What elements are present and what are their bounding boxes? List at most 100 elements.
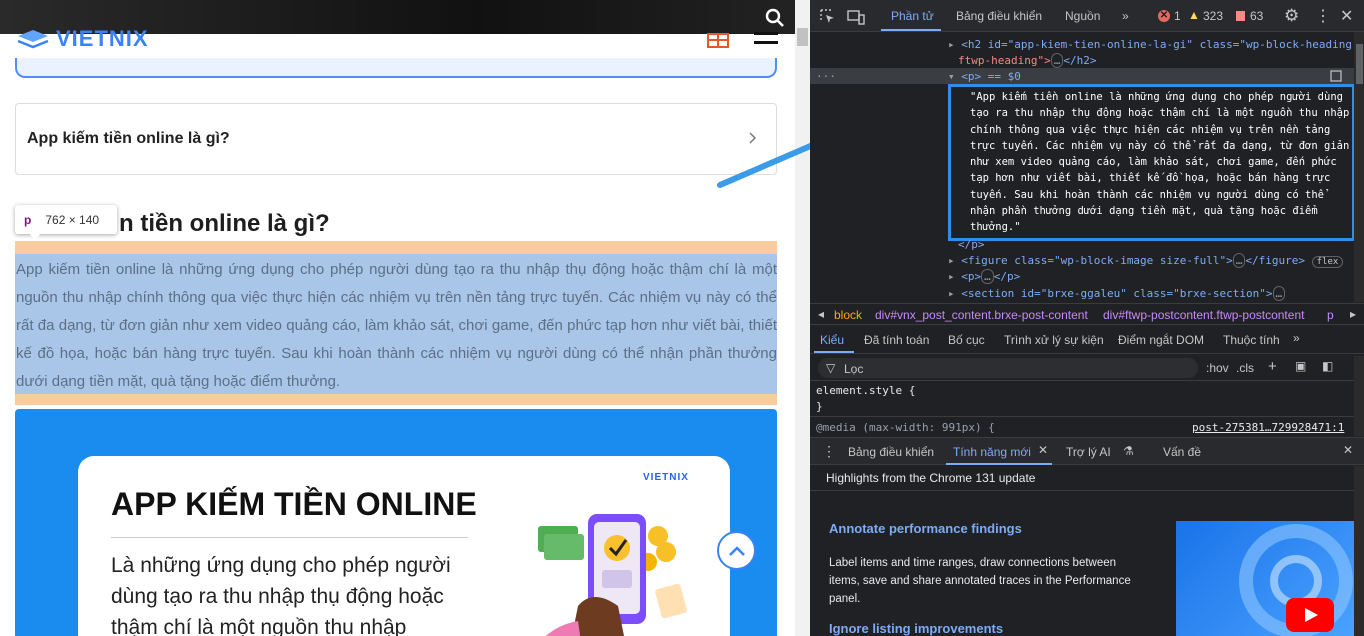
video-thumbnail[interactable] xyxy=(1176,521,1354,636)
tab-elements[interactable]: Phần tử xyxy=(891,9,934,23)
logo-text: VIETNIX xyxy=(56,26,149,51)
p2-open-tag: <p> xyxy=(961,270,982,283)
drawer-tab-ai-assistant[interactable]: Trợ lý AI xyxy=(1066,445,1111,459)
drawer-tabbar: ⋮ Bảng điều khiển Tính năng mới ✕ Trợ lý… xyxy=(810,437,1364,465)
kebab-menu-icon[interactable]: ⋮ xyxy=(1315,6,1331,26)
tab-properties[interactable]: Thuộc tính xyxy=(1223,333,1280,347)
tab-layout[interactable]: Bố cục xyxy=(948,333,985,347)
toc-item-title: App kiếm tiền online là gì? xyxy=(27,130,230,147)
add-rule-icon[interactable]: + xyxy=(1268,358,1277,375)
drawer-menu-icon[interactable]: ⋮ xyxy=(822,443,836,460)
device-toolbar-icon[interactable] xyxy=(847,9,865,25)
styles-scrollbar[interactable] xyxy=(1354,356,1364,436)
tab-computed[interactable]: Đã tính toán xyxy=(864,333,929,347)
tab-event-listeners[interactable]: Trình xử lý sự kiện xyxy=(1004,333,1104,347)
copy-icon[interactable] xyxy=(1330,70,1342,82)
error-count[interactable]: 1 xyxy=(1174,9,1181,23)
p2-close-tag: </p> xyxy=(993,270,1021,283)
filter-input[interactable]: ▽ Lọc xyxy=(818,358,1198,378)
styles-filter-bar: ▽ Lọc :hov .cls + ▣ ◧ xyxy=(810,355,1364,381)
drawer-close-icon[interactable]: ✕ xyxy=(1343,443,1353,457)
source-link[interactable]: post-275381…729928471:1 xyxy=(1192,421,1344,434)
tab-sources[interactable]: Nguồn xyxy=(1065,9,1100,23)
warning-count[interactable]: 323 xyxy=(1203,9,1223,23)
inspect-tooltip-size: 762 × 140 xyxy=(45,212,100,227)
web-page-viewport: VIETNIX App kiếm tiền online là gì? n ti… xyxy=(0,0,810,636)
dom-node-menu-icon[interactable]: ··· xyxy=(816,70,836,83)
sidebar-toggle-icon[interactable]: ◧ xyxy=(1322,359,1333,373)
play-video-icon[interactable] xyxy=(1286,598,1334,632)
flask-icon: ⚗ xyxy=(1123,444,1134,458)
breadcrumb: ◂ block div#vnx_post_content.brxe-post-c… xyxy=(810,303,1364,325)
cart-icon[interactable] xyxy=(706,30,730,48)
drawer-tab-whats-new[interactable]: Tính năng mới xyxy=(953,445,1031,459)
margin-overlay-bottom xyxy=(15,394,777,405)
issues-icon xyxy=(1236,11,1245,21)
hamburger-menu-icon[interactable] xyxy=(754,30,778,48)
devtools-panel: Phần tử Bảng điều khiển Nguồn » ✕ 1 ▲ 32… xyxy=(810,0,1364,636)
feature-description: Label items and time ranges, draw connec… xyxy=(829,557,1131,605)
whats-new-divider xyxy=(810,490,1354,491)
feature-title[interactable]: Ignore listing improvements xyxy=(829,621,1003,636)
dom-node-h2[interactable]: ▸ <h2 id="app-kiem-tien-online-la-gi" cl… xyxy=(948,38,1352,51)
breadcrumb-item[interactable]: div#vnx_post_content.brxe-post-content xyxy=(875,308,1088,322)
banner-title: APP KIẾM TIỀN ONLINE xyxy=(111,486,477,522)
more-subtabs-icon[interactable]: » xyxy=(1293,331,1300,345)
warning-icon: ▲ xyxy=(1188,8,1200,22)
dom-scrollbar-thumb[interactable] xyxy=(1356,44,1363,84)
banner-divider xyxy=(111,537,468,538)
page-scrollbar-thumb[interactable] xyxy=(797,28,808,46)
active-subtab-indicator xyxy=(814,351,854,353)
styles-tabbar: Kiểu Đã tính toán Bố cục Trình xử lý sự … xyxy=(810,326,1364,354)
h2-class-continued: ftwp-heading"> xyxy=(958,54,1051,67)
active-drawer-tab-indicator xyxy=(946,463,1052,465)
dom-node-p-close: </p> xyxy=(958,238,985,251)
section-open-tag: <section id="brxe-ggaleu" class="brxe-se… xyxy=(961,287,1273,300)
phone-illustration xyxy=(508,506,708,636)
gear-icon[interactable]: ⚙ xyxy=(1284,6,1299,26)
dom-node-p-selected[interactable]: ▾ <p> == $0 xyxy=(948,70,1021,83)
banner-card: VIETNIX APP KIẾM TIỀN ONLINE Là những ứn… xyxy=(78,456,730,636)
drawer-tab-close-icon[interactable]: ✕ xyxy=(1038,443,1048,457)
error-icon: ✕ xyxy=(1158,10,1170,22)
inspect-element-icon[interactable] xyxy=(820,9,836,25)
feature-title[interactable]: Annotate performance findings xyxy=(829,521,1022,536)
whats-new-scrollbar[interactable] xyxy=(1354,466,1364,636)
drawer-tab-issues[interactable]: Vấn đề xyxy=(1163,445,1201,459)
dom-node-figure[interactable]: ▸ <figure class="wp-block-image size-ful… xyxy=(948,253,1344,268)
hov-button[interactable]: :hov xyxy=(1206,361,1229,375)
site-logo[interactable]: VIETNIX xyxy=(16,26,149,51)
breadcrumb-item[interactable]: block xyxy=(834,308,862,322)
p-text-node[interactable]: "App kiếm tiền online là những ứng dụng … xyxy=(970,89,1352,236)
tab-dom-breakpoints[interactable]: Điểm ngắt DOM xyxy=(1118,333,1204,347)
cls-button[interactable]: .cls xyxy=(1236,361,1254,375)
devtools-tabbar: Phần tử Bảng điều khiển Nguồn » ✕ 1 ▲ 32… xyxy=(810,0,1364,32)
highlighted-paragraph[interactable]: App kiếm tiền online là những ứng dụng c… xyxy=(15,254,777,394)
scroll-to-top-button[interactable] xyxy=(717,531,756,570)
section-heading: n tiền online là gì? xyxy=(15,210,777,238)
drawer-tab-console[interactable]: Bảng điều khiển xyxy=(848,445,934,459)
paint-icon[interactable]: ▣ xyxy=(1295,359,1306,373)
breadcrumb-item[interactable]: p xyxy=(1327,308,1334,322)
dom-node-section[interactable]: ▸ <section id="brxe-ggaleu" class="brxe-… xyxy=(948,286,1286,301)
breadcrumb-scroll-right-icon[interactable]: ▸ xyxy=(1350,307,1356,321)
selected-dom-node[interactable] xyxy=(810,68,1354,84)
breadcrumb-scroll-left-icon[interactable]: ◂ xyxy=(818,307,824,321)
more-tabs-icon[interactable]: » xyxy=(1122,9,1129,23)
tab-console[interactable]: Bảng điều khiển xyxy=(956,9,1042,23)
flex-badge[interactable]: flex xyxy=(1311,256,1344,268)
paragraph-text: App kiếm tiền online là những ứng dụng c… xyxy=(16,261,777,390)
dom-node-p2[interactable]: ▸ <p>… </p> xyxy=(948,269,1021,284)
p-close-tag: </p> xyxy=(958,238,985,251)
tab-styles[interactable]: Kiểu xyxy=(820,333,844,347)
toc-accordion-item[interactable]: App kiếm tiền online là gì? xyxy=(15,103,777,175)
heading-text: n tiền online là gì? xyxy=(119,210,330,237)
close-icon[interactable]: ✕ xyxy=(1340,6,1353,26)
figure-open-tag: <figure class="wp-block-image size-full"… xyxy=(961,254,1233,267)
margin-overlay-top xyxy=(15,241,777,254)
issues-count[interactable]: 63 xyxy=(1250,9,1263,23)
search-icon[interactable] xyxy=(762,5,788,31)
dom-node-h2-cont: ftwp-heading">… </h2> xyxy=(958,53,1097,68)
breadcrumb-item[interactable]: div#ftwp-postcontent.ftwp-postcontent xyxy=(1103,308,1304,322)
element-style-rule[interactable]: element.style { xyxy=(816,384,915,397)
